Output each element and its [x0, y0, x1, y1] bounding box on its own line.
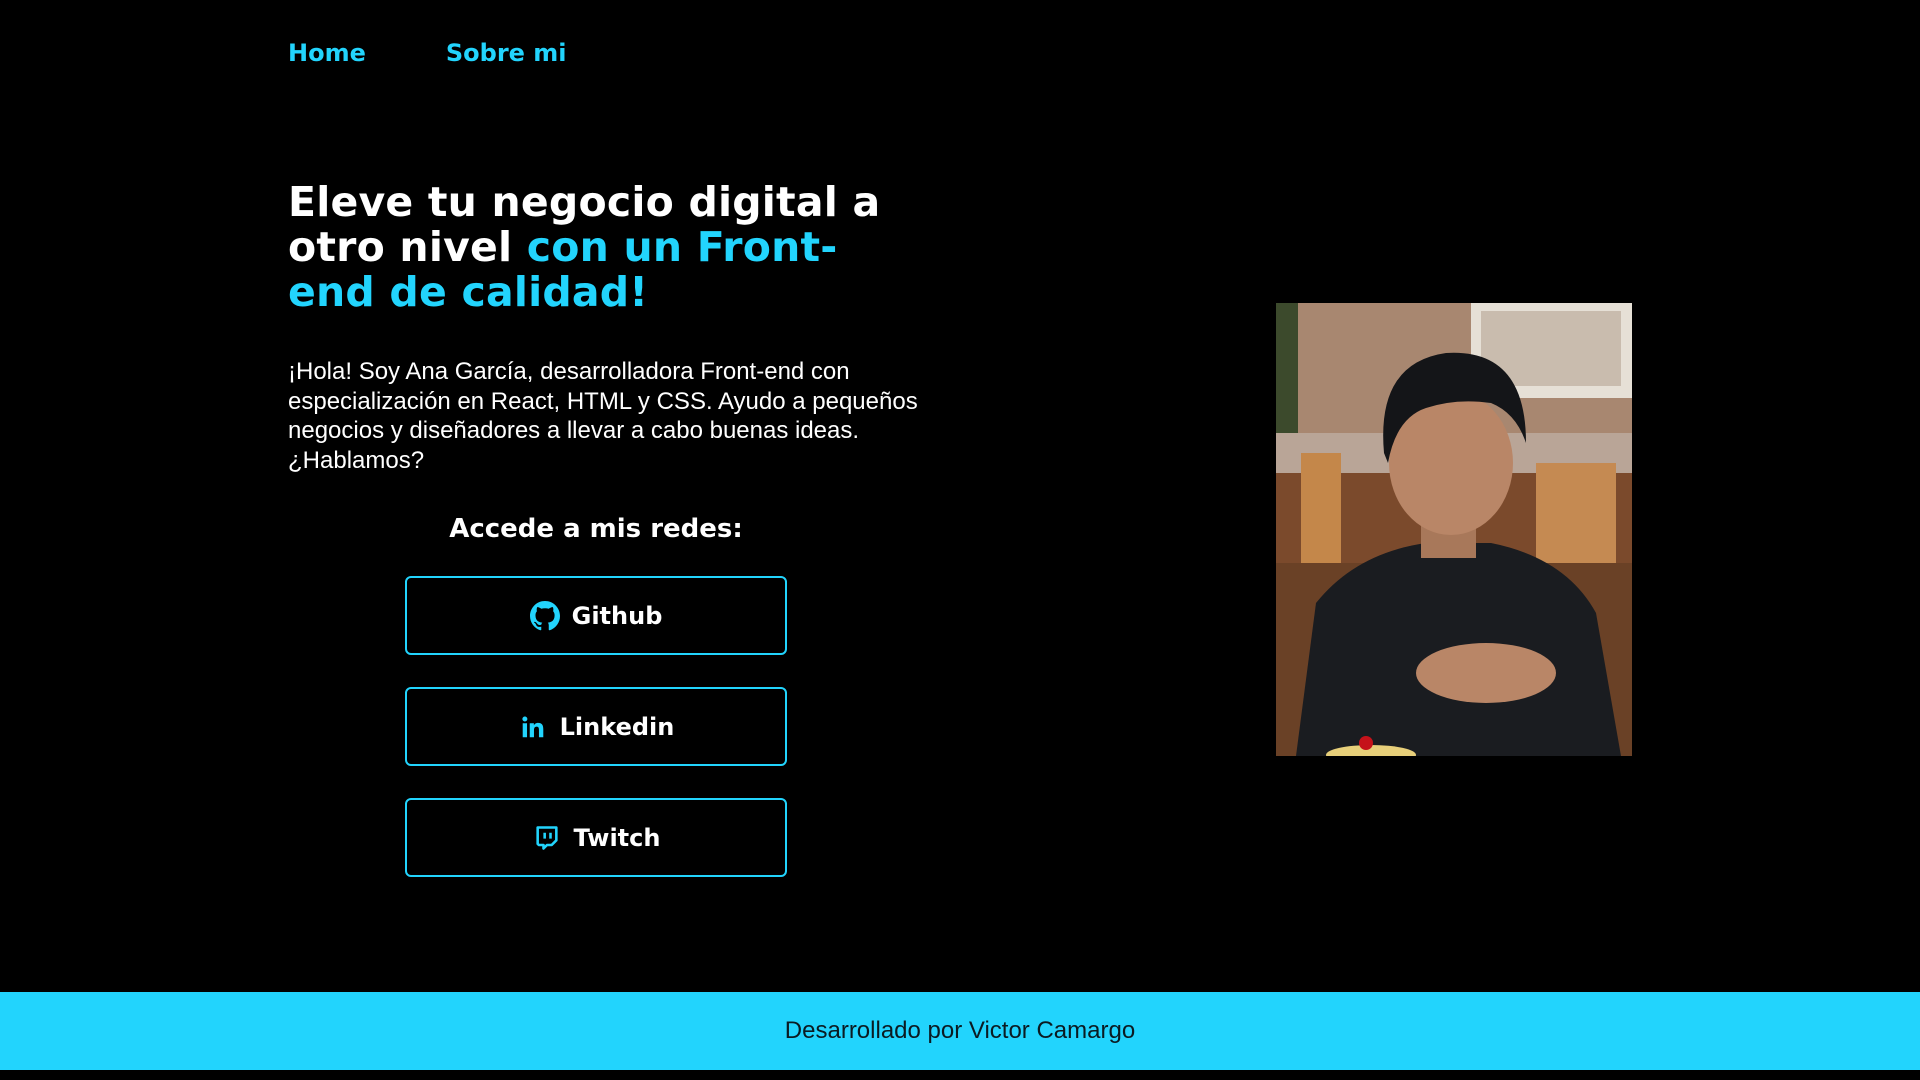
- github-icon: [529, 600, 560, 631]
- linkedin-button-label: Linkedin: [559, 712, 675, 741]
- github-button-label: Github: [571, 601, 663, 630]
- hero-section: Eleve tu negocio digital a otro nivel co…: [288, 180, 928, 475]
- twitch-button-label: Twitch: [573, 823, 661, 852]
- hero-headline: Eleve tu negocio digital a otro nivel co…: [288, 180, 888, 315]
- footer: Desarrollado por Victor Camargo: [0, 992, 1920, 1070]
- profile-photo: [1276, 303, 1632, 756]
- hero-intro: ¡Hola! Soy Ana García, desarrolladora Fr…: [288, 358, 918, 474]
- twitch-button[interactable]: Twitch: [405, 798, 787, 877]
- github-button[interactable]: Github: [405, 576, 787, 655]
- twitch-icon: [532, 823, 562, 853]
- linkedin-icon: [518, 712, 548, 742]
- nav-home-link[interactable]: Home: [288, 37, 366, 69]
- social-title: Accede a mis redes:: [449, 514, 743, 544]
- top-nav: Home Sobre mi: [288, 37, 567, 69]
- linkedin-button[interactable]: Linkedin: [405, 687, 787, 766]
- footer-credit: Desarrollado por Victor Camargo: [784, 1017, 1136, 1044]
- nav-about-link[interactable]: Sobre mi: [446, 37, 567, 69]
